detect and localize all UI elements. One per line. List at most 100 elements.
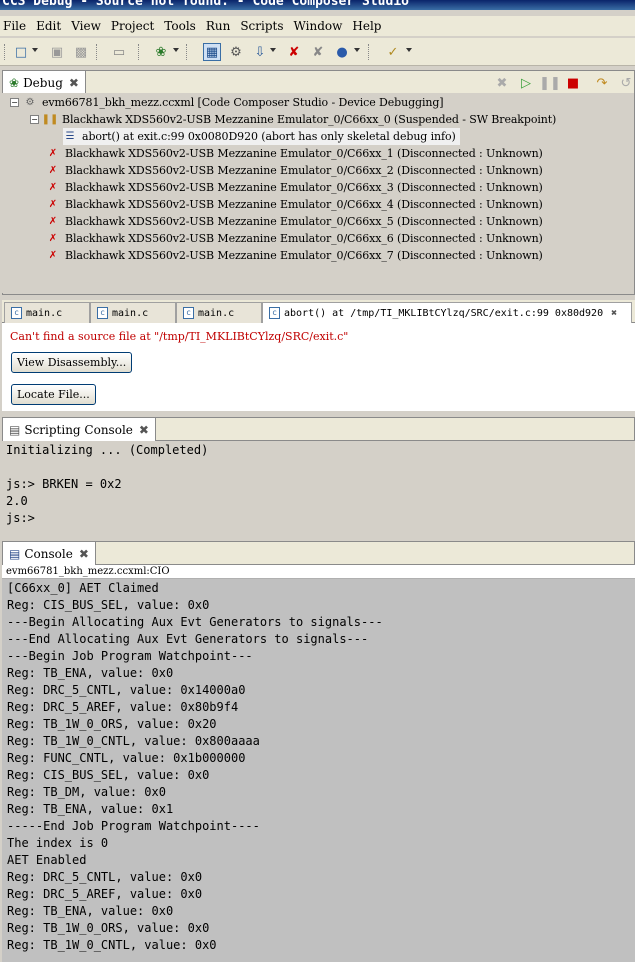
editor-tab-abort[interactable]: c abort() at /tmp/TI_MKLIBtCYlzq/SRC/exi… [262, 302, 632, 323]
remove-terminated-icon[interactable]: ✖ [493, 74, 511, 92]
tree-row-core0[interactable]: − ❚❚ Blackhawk XDS560v2-USB Mezzanine Em… [30, 111, 556, 128]
step-over-icon[interactable]: ↺ [617, 74, 635, 92]
run-external-tool-icon[interactable]: ● [333, 43, 351, 61]
tree-row-core2[interactable]: ✗ Blackhawk XDS560v2-USB Mezzanine Emula… [46, 162, 543, 179]
remove-all-breakpoints-icon[interactable]: ✘ [309, 43, 327, 61]
menu-help[interactable]: Help [352, 19, 381, 33]
chevron-down-icon[interactable] [406, 48, 412, 52]
menu-file[interactable]: File [3, 19, 26, 33]
close-icon[interactable]: ✖ [79, 547, 89, 561]
step-into-icon[interactable]: ↷ [593, 74, 611, 92]
menu-scripts[interactable]: Scripts [240, 19, 283, 33]
target-config-icon: ⚙ [25, 97, 35, 108]
tab-debug-label: Debug [23, 76, 63, 90]
tab-console[interactable]: ▤ Console ✖ [3, 542, 96, 566]
editor-tab-main-c-1[interactable]: c main.c [4, 302, 90, 323]
chevron-down-icon[interactable] [270, 48, 276, 52]
toolbar-grip [4, 44, 6, 60]
window-titlebar: CCS Debug - Source not found. - Code Com… [0, 0, 635, 10]
resume-icon[interactable]: ▷ [517, 74, 535, 92]
console-line: Reg: CIS_BUS_SEL, value: 0x0 [7, 598, 210, 612]
console-icon: ▤ [9, 423, 21, 437]
tab-debug[interactable]: ❀ Debug ✖ [3, 71, 86, 95]
locate-file-button[interactable]: Locate File... [11, 384, 96, 405]
console-line: Reg: DRC_5_AREF, value: 0x0 [7, 887, 203, 901]
debug-perspective-icon[interactable]: ▦ [203, 43, 221, 61]
search-icon[interactable]: ✓ [384, 43, 402, 61]
tree-row-core5[interactable]: ✗ Blackhawk XDS560v2-USB Mezzanine Emula… [46, 213, 543, 230]
console-line: Reg: DRC_5_AREF, value: 0x80b9f4 [7, 700, 239, 714]
open-icon[interactable]: ▭ [110, 43, 128, 61]
toolbar-separator [186, 44, 188, 60]
console-line: Reg: TB_ENA, value: 0x1 [7, 802, 174, 816]
suspend-icon[interactable]: ❚❚ [539, 74, 561, 92]
chevron-down-icon[interactable] [354, 48, 360, 52]
console-line: js:> BRKEN = 0x2 [6, 477, 122, 491]
close-icon[interactable]: ✖ [69, 76, 79, 90]
editor-tabbar: c main.c c main.c c main.c c abort() at … [2, 300, 635, 323]
editor-tab-main-c-2[interactable]: c main.c [90, 302, 176, 323]
save-all-icon[interactable]: ▩ [72, 43, 90, 61]
console-line: ---Begin Allocating Aux Evt Generators t… [7, 615, 383, 629]
editor-body: Can't find a source file at "/tmp/TI_MKL… [2, 323, 635, 411]
console-line: -----End Job Program Watchpoint---- [7, 819, 260, 833]
terminate-icon[interactable]: ■ [564, 74, 582, 92]
console-prompt[interactable]: js:> [6, 511, 631, 528]
tree-row-root[interactable]: − ⚙ evm66781_bkh_mezz.ccxml [Code Compos… [10, 94, 444, 111]
toolbar-separator [368, 44, 370, 60]
window-title: CCS Debug - Source not found. - Code Com… [2, 0, 409, 9]
menu-run[interactable]: Run [206, 19, 231, 33]
console-output[interactable]: [C66xx_0] AET Claimed Reg: CIS_BUS_SEL, v… [2, 579, 635, 962]
console-line: Reg: FUNC_CNTL, value: 0x1b000000 [7, 751, 246, 765]
editor-tab-label: main.c [198, 307, 235, 319]
tree-row-core3[interactable]: ✗ Blackhawk XDS560v2-USB Mezzanine Emula… [46, 179, 543, 196]
tree-row-core7[interactable]: ✗ Blackhawk XDS560v2-USB Mezzanine Emula… [46, 247, 543, 264]
c-file-icon: c [269, 307, 280, 319]
tree-root-label: evm66781_bkh_mezz.ccxml [Code Composer S… [42, 96, 444, 109]
console-icon: ▤ [9, 547, 21, 561]
scripting-console-output[interactable]: Initializing ... (Completed) js:> BRKEN … [2, 441, 635, 533]
stack-frame-label: abort() at exit.c:99 0x0080D920 (abort h… [82, 130, 456, 143]
console-line: The index is 0 [7, 836, 109, 850]
new-icon[interactable]: □ [12, 43, 30, 61]
menu-edit[interactable]: Edit [36, 19, 61, 33]
build-icon[interactable]: ❀ [152, 43, 170, 61]
console-line: ---End Allocating Aux Evt Generators to … [7, 632, 369, 646]
tree-row-core1[interactable]: ✗ Blackhawk XDS560v2-USB Mezzanine Emula… [46, 145, 543, 162]
load-program-icon[interactable]: ⇩ [251, 43, 269, 61]
tab-scripting-console[interactable]: ▤ Scripting Console ✖ [3, 418, 156, 442]
menu-project[interactable]: Project [111, 19, 154, 33]
editor-tab-main-c-3[interactable]: c main.c [176, 302, 262, 323]
editor-tab-label: main.c [112, 307, 149, 319]
toolbar-separator [96, 44, 98, 60]
collapse-icon[interactable]: − [30, 115, 39, 124]
target-config-icon[interactable]: ⚙ [227, 43, 245, 61]
tree-core0-label: Blackhawk XDS560v2-USB Mezzanine Emulato… [62, 113, 557, 126]
tree-row-core6[interactable]: ✗ Blackhawk XDS560v2-USB Mezzanine Emula… [46, 230, 543, 247]
close-icon[interactable]: ✖ [139, 423, 149, 437]
stack-frame-icon: ☰ [65, 131, 75, 142]
debug-tree: − ⚙ evm66781_bkh_mezz.ccxml [Code Compos… [2, 93, 634, 293]
suspended-core-icon: ❚❚ [41, 114, 59, 125]
chevron-down-icon[interactable] [173, 48, 179, 52]
collapse-icon[interactable]: − [10, 98, 19, 107]
toolbar-separator [138, 44, 140, 60]
chevron-down-icon[interactable] [32, 48, 38, 52]
close-icon[interactable]: ✖ [611, 308, 617, 319]
save-icon[interactable]: ▣ [48, 43, 66, 61]
menu-window[interactable]: Window [294, 19, 343, 33]
view-disassembly-button[interactable]: View Disassembly... [11, 352, 133, 373]
tree-row-core4[interactable]: ✗ Blackhawk XDS560v2-USB Mezzanine Emula… [46, 196, 543, 213]
c-file-icon: c [183, 307, 194, 319]
tree-row-stack-frame[interactable]: ☰ abort() at exit.c:99 0x0080D920 (abort… [63, 128, 460, 145]
console-line: Initializing ... (Completed) [6, 443, 209, 457]
disconnected-core-icon: ✗ [48, 182, 58, 193]
console-line: Reg: TB_1W_0_CNTL, value: 0x0 [7, 938, 217, 952]
disconnected-core-icon: ✗ [48, 216, 58, 227]
menu-tools[interactable]: Tools [164, 19, 196, 33]
remove-breakpoint-icon[interactable]: ✘ [285, 43, 303, 61]
c-file-icon: c [97, 307, 108, 319]
console-tabbar: ▤ Console ✖ [2, 541, 635, 566]
disconnected-core-icon: ✗ [48, 250, 58, 261]
menu-view[interactable]: View [71, 19, 101, 33]
